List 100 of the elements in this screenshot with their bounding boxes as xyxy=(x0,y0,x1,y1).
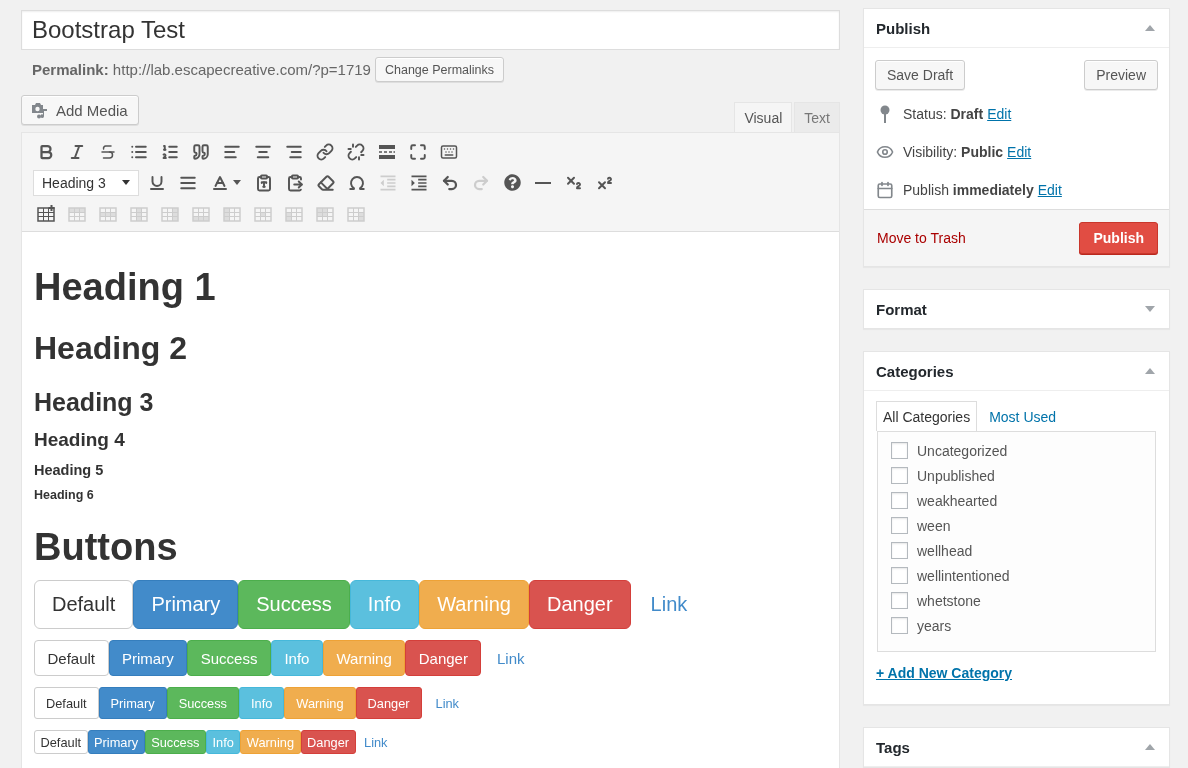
table-icon xyxy=(316,204,334,223)
info-button[interactable]: Info xyxy=(206,730,241,754)
keyboard-icon xyxy=(440,142,458,161)
editor-tab[interactable]: Text xyxy=(794,102,840,132)
checkbox[interactable] xyxy=(891,617,908,634)
category-label: wellhead xyxy=(917,542,973,559)
checkbox[interactable] xyxy=(891,542,908,559)
table-icon xyxy=(99,204,117,223)
heading: Heading 4 xyxy=(34,430,126,452)
danger-button[interactable]: Danger xyxy=(300,730,356,754)
omega-icon xyxy=(348,173,366,192)
media-icon xyxy=(31,101,48,119)
publish-setting-text: Status: Draft xyxy=(903,106,984,122)
calendar-icon xyxy=(876,181,894,199)
table-icon xyxy=(130,204,148,223)
table-icon xyxy=(223,204,241,223)
text-link[interactable]: Link xyxy=(483,639,538,677)
table-icon xyxy=(347,204,365,223)
italic-icon xyxy=(68,142,86,161)
category-label: wellintentioned xyxy=(917,567,1010,584)
checkbox[interactable] xyxy=(891,442,908,459)
edit-link[interactable]: Edit xyxy=(987,106,1012,122)
danger-button[interactable]: Danger xyxy=(405,639,482,677)
checkbox[interactable] xyxy=(891,492,908,509)
publish-setting-text: Publish immediately xyxy=(903,182,1034,198)
primary-button[interactable]: Primary xyxy=(108,639,188,677)
danger-button[interactable]: Danger xyxy=(528,579,631,629)
add-media-button[interactable]: Add Media xyxy=(21,95,139,125)
trash-link[interactable]: Move to Trash xyxy=(877,230,966,246)
heading: Heading 1 xyxy=(34,267,217,309)
default-button[interactable]: Default xyxy=(34,730,88,754)
danger-button[interactable]: Danger xyxy=(355,687,422,720)
default-button[interactable]: Default xyxy=(34,579,134,629)
default-button[interactable]: Default xyxy=(34,639,109,677)
panel-title: Format xyxy=(876,300,927,318)
format-select[interactable]: Heading 3 xyxy=(33,169,139,196)
table-plus-icon xyxy=(37,204,55,223)
publish-button[interactable]: Publish xyxy=(1079,222,1158,254)
clipboard-text-icon xyxy=(255,173,273,192)
save-draft-button[interactable]: Save Draft xyxy=(875,60,966,90)
numbered-list-icon xyxy=(161,142,179,161)
heading: Heading 3 xyxy=(34,389,155,417)
text-link[interactable]: Link xyxy=(357,730,394,754)
strikethrough-icon xyxy=(99,142,117,161)
info-button[interactable]: Info xyxy=(270,639,323,677)
quote-icon xyxy=(192,142,210,161)
table-icon xyxy=(285,204,303,223)
publish-setting-text: Visibility: Public xyxy=(903,144,1004,160)
help-icon xyxy=(503,174,521,191)
edit-link[interactable]: Edit xyxy=(1007,144,1032,160)
success-button[interactable]: Success xyxy=(144,730,206,754)
fullscreen-icon xyxy=(409,142,427,161)
panel-title: Publish xyxy=(876,19,931,37)
category-label: Unpublished xyxy=(917,467,995,484)
default-button[interactable]: Default xyxy=(34,687,99,720)
checkbox[interactable] xyxy=(891,592,908,609)
permalink-text: Permalink: http://lab.escapecreative.com/?p=1719 xyxy=(32,61,371,78)
bold-icon xyxy=(37,142,55,161)
success-button[interactable]: Success xyxy=(166,687,239,720)
preview-button[interactable]: Preview xyxy=(1084,60,1158,90)
checkbox[interactable] xyxy=(891,567,908,584)
category-tab[interactable]: All Categories xyxy=(876,401,978,431)
heading: Heading 5 xyxy=(34,463,105,480)
title-field[interactable]: Bootstrap Test xyxy=(21,10,840,50)
checkbox[interactable] xyxy=(891,517,908,534)
eraser-icon xyxy=(317,173,335,192)
success-button[interactable]: Success xyxy=(187,639,271,677)
table-icon xyxy=(161,204,179,223)
success-button[interactable]: Success xyxy=(238,579,350,629)
heading: Heading 6 xyxy=(34,489,95,504)
panel-title: Tags xyxy=(876,738,910,756)
info-button[interactable]: Info xyxy=(239,687,285,720)
text-color-icon xyxy=(211,173,229,192)
primary-button[interactable]: Primary xyxy=(98,687,167,720)
text-link[interactable]: Link xyxy=(632,579,706,629)
edit-link[interactable]: Edit xyxy=(1037,182,1062,198)
redo-icon xyxy=(472,173,490,192)
add-category-link[interactable]: + Add New Category xyxy=(876,665,1012,681)
primary-button[interactable]: Primary xyxy=(87,730,145,754)
category-tab[interactable]: Most Used xyxy=(981,401,1065,431)
heading: Buttons xyxy=(34,527,179,569)
category-label: whetstone xyxy=(917,592,981,609)
table-icon xyxy=(254,204,272,223)
underline-icon xyxy=(148,173,166,192)
eye-icon xyxy=(876,143,894,161)
change-permalinks-button[interactable]: Change Permalinks xyxy=(374,57,505,82)
clipboard-icon xyxy=(286,173,304,192)
category-label: Uncategorized xyxy=(917,442,1008,459)
read-more-icon xyxy=(378,144,396,159)
text-link[interactable]: Link xyxy=(423,687,471,720)
primary-button[interactable]: Primary xyxy=(133,579,239,629)
link-icon xyxy=(316,142,334,161)
heading: Heading 2 xyxy=(34,330,188,366)
editor-tab[interactable]: Visual xyxy=(734,102,793,132)
unlink-icon xyxy=(347,142,365,161)
category-label: weakhearted xyxy=(917,492,998,509)
horizontal-line-icon xyxy=(535,181,551,184)
checkbox[interactable] xyxy=(891,467,908,484)
info-button[interactable]: Info xyxy=(349,579,420,629)
category-label: ween xyxy=(917,517,951,534)
